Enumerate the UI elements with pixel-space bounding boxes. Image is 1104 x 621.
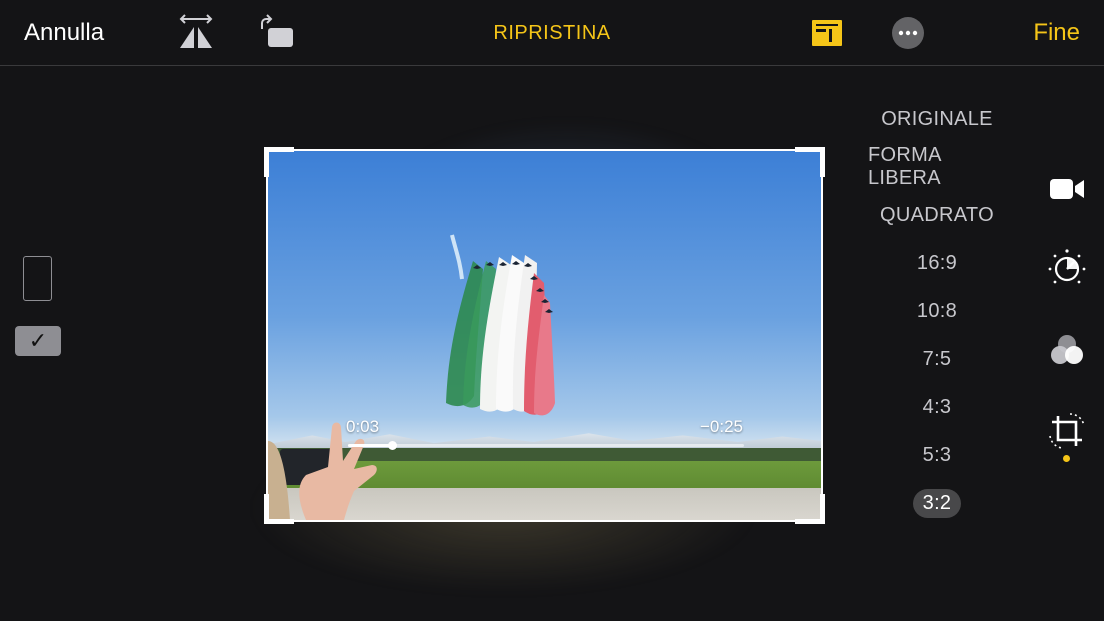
crop-handle-top-right[interactable] (795, 147, 825, 177)
ratio-label: 3:2 (912, 488, 962, 518)
crop-handle-bottom-left[interactable] (264, 494, 294, 524)
ratio-label: FORMA LIBERA (868, 144, 941, 189)
ratio-10-8[interactable]: 10:8 (858, 287, 1016, 335)
ratio-5-3[interactable]: 5:3 (858, 431, 1016, 479)
crop-frame[interactable] (264, 147, 825, 524)
crop-rotate-icon[interactable] (1046, 410, 1088, 452)
cancel-button[interactable]: Annulla (24, 0, 104, 65)
ratio-3-2[interactable]: 3:2 (858, 479, 1016, 527)
video-camera-icon[interactable] (1046, 168, 1088, 210)
ratio-label: 4:3 (922, 395, 952, 418)
reset-label-container: RIPRISTINA (0, 0, 1104, 65)
flip-horizontal-icon[interactable] (176, 13, 216, 53)
crop-handle-bottom-right[interactable] (795, 494, 825, 524)
checkmark-glyph: ✓ (28, 328, 48, 353)
portrait-orientation-icon[interactable] (23, 256, 52, 301)
ratio-originale[interactable]: ORIGINALE (858, 95, 1016, 143)
reset-button[interactable]: RIPRISTINA (493, 22, 610, 44)
ratio-label: QUADRATO (880, 203, 994, 226)
adjust-dial-icon[interactable] (1046, 247, 1088, 289)
ratio-label: 7:5 (922, 347, 952, 370)
active-tool-indicator (1063, 455, 1070, 462)
ratio-label: 5:3 (922, 443, 952, 466)
ratio-quadrato[interactable]: QUADRATO (858, 191, 1016, 239)
rotate-icon[interactable] (256, 13, 296, 53)
more-options-icon[interactable] (888, 13, 928, 53)
ratio-label: ORIGINALE (881, 107, 993, 130)
ratio-label: 10:8 (916, 299, 958, 322)
done-button[interactable]: Fine (1033, 0, 1080, 65)
ratio-4-3[interactable]: 4:3 (858, 383, 1016, 431)
aspect-ratio-icon[interactable] (807, 13, 847, 53)
filters-icon[interactable] (1046, 330, 1088, 372)
aspect-ratio-list: ORIGINALE FORMA LIBERA QUADRATO 16:9 10:… (858, 95, 1016, 527)
crop-handle-top-left[interactable] (264, 147, 294, 177)
top-toolbar: Annulla RIPRISTINA Fine (0, 0, 1104, 66)
ratio-16-9[interactable]: 16:9 (858, 239, 1016, 287)
ratio-label: 16:9 (916, 251, 958, 274)
ratio-forma-libera[interactable]: FORMA LIBERA (858, 143, 1016, 191)
ratio-7-5[interactable]: 7:5 (858, 335, 1016, 383)
checkmark-icon[interactable]: ✓ (15, 326, 61, 356)
